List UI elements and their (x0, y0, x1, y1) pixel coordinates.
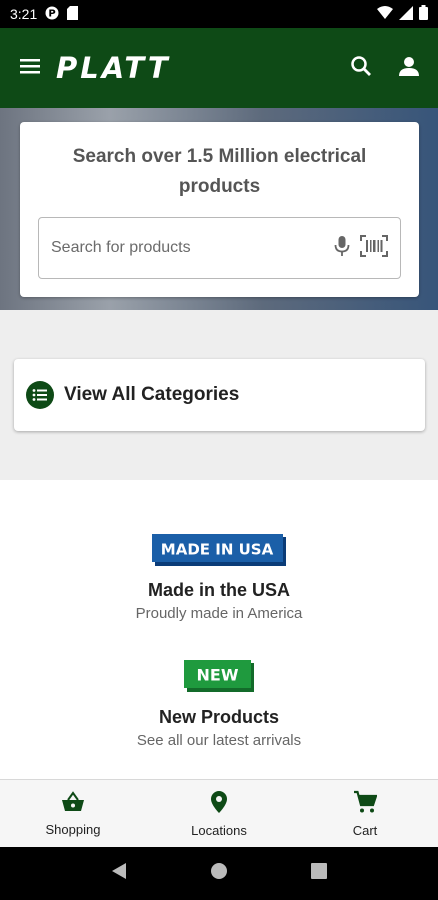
battery-icon (419, 5, 428, 23)
new-products-badge-text: NEW (197, 666, 239, 685)
shopping-basket-icon (61, 790, 85, 818)
signal-icon (399, 5, 413, 23)
search-input[interactable]: Search for products (38, 217, 401, 279)
system-navigation-bar (0, 847, 438, 900)
brand-logo[interactable]: PLATT (56, 51, 171, 85)
promo-subtitle: See all our latest arrivals (136, 732, 302, 749)
search-placeholder: Search for products (51, 239, 191, 256)
bottom-navigation: Shopping Locations Cart (0, 779, 438, 847)
promo-title: New Products (158, 707, 280, 727)
nav-shopping[interactable]: Shopping (0, 780, 146, 847)
menu-icon[interactable] (18, 56, 42, 81)
promo-subtitle: Proudly made in America (135, 605, 303, 622)
wifi-icon (377, 5, 393, 23)
list-icon (26, 381, 54, 409)
svg-text:P: P (49, 8, 56, 19)
recents-icon[interactable] (310, 863, 327, 884)
status-time: 3:21 (10, 6, 38, 22)
account-icon[interactable] (398, 55, 420, 82)
promo-title: Made in the USA (147, 580, 290, 600)
promo-made-in-usa[interactable]: Made in the USA Proudly made in America (0, 580, 438, 622)
promo-new-products[interactable]: New Products See all our latest arrivals (0, 707, 438, 749)
status-bar: 3:21 P (0, 0, 438, 28)
nav-locations[interactable]: Locations (146, 780, 292, 847)
made-in-usa-badge[interactable]: MADE IN USA (152, 534, 286, 566)
nav-label: Shopping (45, 821, 101, 837)
search-icon[interactable] (350, 55, 372, 82)
location-pin-icon (210, 790, 228, 819)
microphone-icon[interactable] (334, 235, 350, 262)
made-in-usa-badge-text: MADE IN USA (161, 541, 274, 559)
barcode-scanner-icon[interactable] (360, 234, 388, 262)
back-icon[interactable] (111, 862, 127, 885)
search-card: Search over 1.5 Million electrical produ… (20, 122, 419, 297)
view-all-categories-button[interactable]: View All Categories (14, 359, 425, 431)
new-products-badge[interactable]: NEW (184, 660, 254, 692)
nav-cart[interactable]: Cart (292, 780, 438, 847)
nav-label: Locations (191, 822, 247, 838)
app-bar: PLATT (0, 28, 438, 108)
nav-label: Cart (352, 822, 378, 838)
notification-icon: P (45, 6, 59, 23)
sd-card-icon (67, 5, 79, 23)
view-all-categories-label: View All Categories (64, 384, 240, 405)
home-icon[interactable] (210, 862, 228, 885)
search-heading: Search over 1.5 Million electrical produ… (72, 146, 367, 197)
cart-icon (353, 790, 378, 819)
